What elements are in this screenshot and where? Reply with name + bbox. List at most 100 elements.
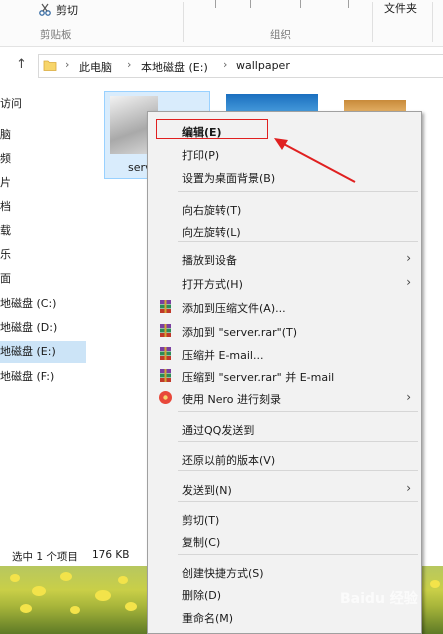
crumb-drive-e[interactable]: 本地磁盘 (E:)	[141, 59, 208, 75]
winrar-icon	[160, 300, 171, 313]
menu-item-label: 打印(P)	[182, 149, 220, 162]
menu-item-rotate-right[interactable]: 向右旋转(T)	[148, 198, 421, 220]
winrar-icon	[160, 369, 171, 382]
up-arrow-icon[interactable]: ↑	[16, 57, 27, 72]
address-bar[interactable]: › 此电脑 › 本地磁盘 (E:) › wallpaper	[38, 54, 443, 78]
folder-icon	[43, 60, 57, 71]
crumb-wallpaper[interactable]: wallpaper	[236, 59, 290, 72]
menu-item-label: 压缩并 E-mail...	[182, 349, 264, 362]
menu-item-send-to[interactable]: 发送到(N) ›	[148, 478, 421, 500]
menu-item-rotate-left[interactable]: 向左旋转(L)	[148, 220, 421, 242]
menu-item-rename[interactable]: 重命名(M)	[148, 606, 421, 628]
flower	[60, 572, 72, 581]
menu-item-cast-to-device[interactable]: 播放到设备 ›	[148, 248, 421, 270]
watermark: Baidu 经验	[340, 591, 418, 607]
menu-item-label: 播放到设备	[182, 254, 237, 267]
crumb-separator: ›	[223, 58, 228, 71]
ribbon-divider	[183, 2, 184, 42]
menu-item-add-to-archive[interactable]: 添加到压缩文件(A)...	[148, 296, 421, 318]
flower	[430, 580, 440, 588]
menu-item-label: 复制(C)	[182, 536, 221, 549]
winrar-icon	[160, 347, 171, 360]
menu-item-send-via-qq[interactable]: 通过QQ发送到	[148, 418, 421, 440]
nav-item-desktop[interactable]: 面	[0, 268, 86, 290]
red-arrow-annotation	[274, 138, 356, 183]
menu-divider	[178, 191, 418, 192]
menu-item-label: 通过QQ发送到	[182, 424, 255, 437]
flower	[118, 576, 128, 584]
menu-item-compress-and-email[interactable]: 压缩并 E-mail...	[148, 343, 421, 365]
menu-divider	[178, 501, 418, 502]
nav-item-drive-d[interactable]: 地磁盘 (D:)	[0, 317, 86, 339]
menu-item-create-shortcut[interactable]: 创建快捷方式(S)	[148, 561, 421, 583]
organize-group-label: 组织	[270, 29, 291, 41]
flower	[95, 590, 111, 601]
selection-size: 176 KB	[92, 549, 130, 561]
ribbon-tick	[250, 0, 251, 8]
nav-item-drive-c[interactable]: 地磁盘 (C:)	[0, 293, 86, 315]
submenu-arrow-icon: ›	[406, 390, 411, 404]
menu-item-label: 创建快捷方式(S)	[182, 567, 264, 580]
menu-item-label: 剪切(T)	[182, 514, 220, 527]
nav-item-quick-access[interactable]: 访问	[0, 93, 86, 115]
menu-divider	[178, 411, 418, 412]
menu-item-label: 重命名(M)	[182, 612, 234, 625]
menu-item-add-to-server-rar[interactable]: 添加到 "server.rar"(T)	[148, 320, 421, 342]
nav-item-drive-e[interactable]: 地磁盘 (E:)	[0, 341, 86, 363]
submenu-arrow-icon: ›	[406, 481, 411, 495]
menu-item-label: 向右旋转(T)	[182, 204, 242, 217]
ribbon-tick	[348, 0, 349, 8]
scissors-icon	[39, 3, 51, 16]
flower	[70, 606, 80, 614]
nav-item-videos[interactable]: 频	[0, 148, 86, 170]
crumb-separator: ›	[65, 58, 70, 71]
cut-button[interactable]: 剪切	[38, 2, 78, 18]
menu-item-label: 设置为桌面背景(B)	[182, 172, 276, 185]
highlight-box	[156, 119, 268, 139]
menu-item-restore-previous-versions[interactable]: 还原以前的版本(V)	[148, 448, 421, 470]
nav-item-drive-f[interactable]: 地磁盘 (F:)	[0, 366, 86, 388]
menu-item-cut[interactable]: 剪切(T)	[148, 508, 421, 530]
flower	[32, 586, 46, 596]
flower	[10, 574, 20, 582]
menu-item-compress-to-server-rar-and-email[interactable]: 压缩到 "server.rar" 并 E-mail	[148, 365, 421, 387]
menu-item-label: 添加到 "server.rar"(T)	[182, 326, 298, 339]
menu-item-label: 删除(D)	[182, 589, 222, 602]
cut-label: 剪切	[56, 4, 78, 17]
submenu-arrow-icon: ›	[406, 251, 411, 265]
ribbon-tick	[300, 0, 301, 8]
crumb-this-pc[interactable]: 此电脑	[79, 59, 112, 75]
menu-divider	[178, 441, 418, 442]
nav-item-this-pc[interactable]: 脑	[0, 124, 86, 146]
flower	[20, 604, 32, 613]
menu-item-open-with[interactable]: 打开方式(H) ›	[148, 272, 421, 294]
nav-item-documents[interactable]: 档	[0, 196, 86, 218]
menu-item-copy[interactable]: 复制(C)	[148, 530, 421, 552]
menu-divider	[178, 470, 418, 471]
ribbon-tick	[215, 0, 216, 8]
nav-item-downloads[interactable]: 载	[0, 220, 86, 242]
ribbon-divider	[372, 2, 373, 42]
menu-item-label: 打开方式(H)	[182, 278, 243, 291]
crumb-separator: ›	[127, 58, 132, 71]
menu-item-label: 还原以前的版本(V)	[182, 454, 276, 467]
new-folder-button[interactable]: 文件夹	[384, 0, 417, 16]
menu-item-label: 发送到(N)	[182, 484, 232, 497]
winrar-icon	[160, 324, 171, 337]
menu-item-label: 使用 Nero 进行刻录	[182, 393, 281, 406]
menu-divider	[178, 554, 418, 555]
selection-count: 选中 1 个项目	[12, 551, 78, 563]
address-row: ↑ › 此电脑 › 本地磁盘 (E:) › wallpaper	[0, 50, 443, 80]
ribbon: 剪切 剪贴板 组织 文件夹	[0, 0, 443, 47]
flower	[125, 602, 137, 611]
ribbon-divider	[432, 2, 433, 42]
nero-icon	[159, 391, 172, 404]
menu-item-label: 添加到压缩文件(A)...	[182, 302, 286, 315]
submenu-arrow-icon: ›	[406, 275, 411, 289]
menu-item-label: 压缩到 "server.rar" 并 E-mail	[182, 371, 335, 384]
menu-item-burn-with-nero[interactable]: 使用 Nero 进行刻录 ›	[148, 387, 421, 409]
clipboard-group-label: 剪贴板	[40, 29, 72, 41]
nav-item-pictures[interactable]: 片	[0, 172, 86, 194]
nav-item-music[interactable]: 乐	[0, 244, 86, 266]
menu-item-label: 向左旋转(L)	[182, 226, 241, 239]
